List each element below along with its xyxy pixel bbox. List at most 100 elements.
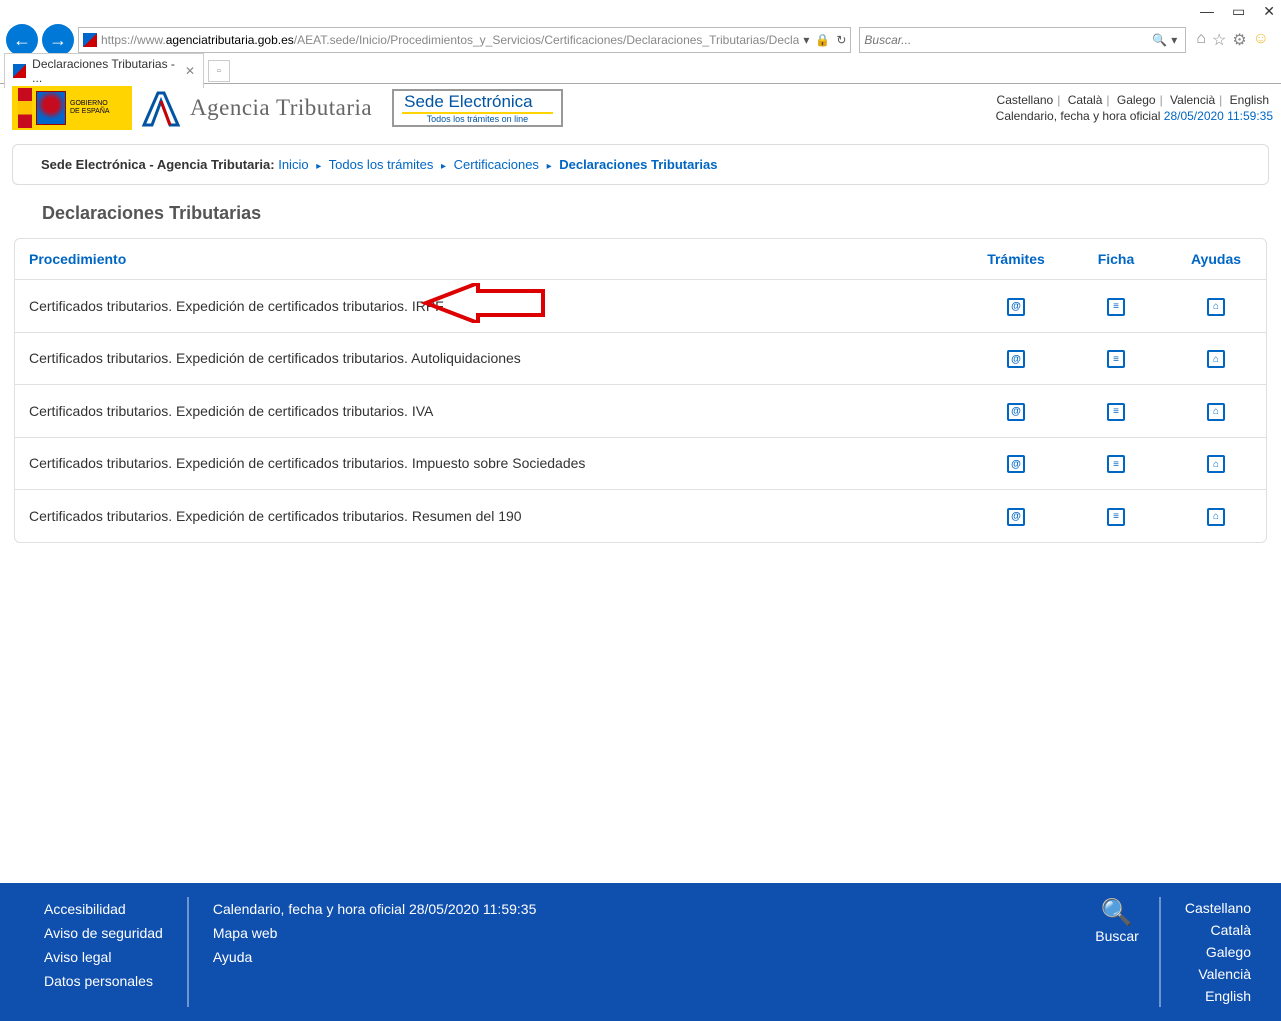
date-label: Calendario, fecha y hora oficial [996,109,1161,123]
new-tab-button[interactable]: ▫ [208,60,230,82]
tramites-icon[interactable]: @ [1007,350,1025,368]
breadcrumb-prefix: Sede Electrónica - Agencia Tributaria: [41,157,275,172]
window-controls: — ▭ ✕ [0,0,1281,22]
minimize-button[interactable]: — [1200,3,1214,19]
ayudas-icon[interactable]: ⌂ [1207,508,1225,526]
lang-english[interactable]: English [1226,93,1273,107]
lang-catala[interactable]: Català [1064,93,1107,107]
refresh-icon[interactable]: ↻ [836,33,846,47]
coat-of-arms-icon [36,91,66,125]
search-input[interactable] [864,33,1148,47]
col-ficha: Ficha [1066,239,1166,280]
search-dropdown-icon[interactable]: ▾ [1171,33,1177,47]
breadcrumb-inicio[interactable]: Inicio [278,157,308,172]
lock-icon: 🔒 [815,33,830,47]
tab-title: Declaraciones Tributarias - ... [32,57,179,85]
chevron-right-icon: ▸ [543,161,556,172]
tramites-icon[interactable]: @ [1007,403,1025,421]
maximize-button[interactable]: ▭ [1232,3,1245,20]
table-row: Certificados tributarios. Expedición de … [15,332,1266,385]
ayudas-icon[interactable]: ⌂ [1207,455,1225,473]
site-footer: Accesibilidad Aviso de seguridad Aviso l… [0,883,1281,1021]
procedure-name[interactable]: Certificados tributarios. Expedición de … [15,280,966,333]
col-tramites: Trámites [966,239,1066,280]
footer-lang-castellano[interactable]: Castellano [1185,897,1251,919]
footer-aviso-legal[interactable]: Aviso legal [44,945,163,969]
agency-name: Agencia Tributaria [190,95,372,121]
chevron-right-icon: ▸ [312,161,325,172]
tramites-icon[interactable]: @ [1007,455,1025,473]
ayudas-icon[interactable]: ⌂ [1207,350,1225,368]
breadcrumb-current: Declaraciones Tributarias [559,157,717,172]
browser-tab[interactable]: Declaraciones Tributarias - ... ✕ [4,53,204,88]
lang-valencia[interactable]: Valencià [1166,93,1219,107]
footer-mapa-web[interactable]: Mapa web [213,921,537,945]
breadcrumb-tramites[interactable]: Todos los trámites [329,157,434,172]
table-row: Certificados tributarios. Expedición de … [15,490,1266,542]
lang-castellano[interactable]: Castellano [993,93,1058,107]
footer-accesibilidad[interactable]: Accesibilidad [44,897,163,921]
footer-lang-galego[interactable]: Galego [1185,941,1251,963]
browser-search-bar[interactable]: 🔍 ▾ [859,27,1186,53]
close-window-button[interactable]: ✕ [1263,3,1275,20]
footer-search[interactable]: 🔍 Buscar [1075,897,1159,1007]
gobierno-logo[interactable]: GOBIERNO DE ESPAÑA [12,86,132,130]
agencia-logo-icon[interactable] [140,87,182,129]
procedure-name[interactable]: Certificados tributarios. Expedición de … [15,385,966,438]
language-selector: Castellano| Català| Galego| Valencià| En… [993,93,1273,107]
procedures-table: Procedimiento Trámites Ficha Ayudas Cert… [15,239,1266,542]
dropdown-icon[interactable]: ▾ [803,33,809,47]
settings-icon[interactable]: ⚙ [1232,30,1246,50]
table-row: Certificados tributarios. Expedición de … [15,385,1266,438]
tramites-icon[interactable]: @ [1007,298,1025,316]
tab-favicon-icon [13,64,26,78]
breadcrumb-certificaciones[interactable]: Certificaciones [454,157,539,172]
breadcrumb: Sede Electrónica - Agencia Tributaria: I… [12,144,1269,185]
site-header: GOBIERNO DE ESPAÑA Agencia Tributaria Se… [0,84,1281,132]
footer-datos-personales[interactable]: Datos personales [44,969,163,993]
site-favicon-icon [83,33,97,47]
table-row: Certificados tributarios. Expedición de … [15,437,1266,490]
lang-galego[interactable]: Galego [1113,93,1160,107]
url-text: https://www.agenciatributaria.gob.es/AEA… [101,33,799,47]
procedure-name[interactable]: Certificados tributarios. Expedición de … [15,490,966,542]
sede-title: Sede Electrónica [402,92,553,114]
footer-lang-valencia[interactable]: Valencià [1185,963,1251,985]
back-button[interactable]: ← [6,24,38,56]
footer-lang-catala[interactable]: Català [1185,919,1251,941]
tab-close-icon[interactable]: ✕ [185,64,195,78]
ficha-icon[interactable]: ≡ [1107,455,1125,473]
procedure-name[interactable]: Certificados tributarios. Expedición de … [15,437,966,490]
ficha-icon[interactable]: ≡ [1107,350,1125,368]
sede-electronica-box[interactable]: Sede Electrónica Todos los trámites on l… [392,89,563,127]
col-ayudas: Ayudas [1166,239,1266,280]
favorites-icon[interactable]: ☆ [1212,30,1226,50]
table-row: Certificados tributarios. Expedición de … [15,280,1266,333]
official-datetime[interactable]: 28/05/2020 11:59:35 [1164,109,1273,123]
spain-flag-icon [18,88,32,128]
ficha-icon[interactable]: ≡ [1107,298,1125,316]
tramites-icon[interactable]: @ [1007,508,1025,526]
search-icon[interactable]: 🔍 [1152,33,1167,47]
feedback-icon[interactable]: ☺ [1253,30,1269,50]
footer-ayuda[interactable]: Ayuda [213,945,537,969]
procedure-name[interactable]: Certificados tributarios. Expedición de … [15,332,966,385]
chevron-right-icon: ▸ [437,161,450,172]
address-bar[interactable]: https://www.agenciatributaria.gob.es/AEA… [78,27,851,53]
home-icon[interactable]: ⌂ [1196,30,1206,50]
tab-bar: Declaraciones Tributarias - ... ✕ ▫ [0,58,1281,84]
ayudas-icon[interactable]: ⌂ [1207,403,1225,421]
forward-button[interactable]: → [42,24,74,56]
page-title: Declaraciones Tributarias [42,203,1239,224]
footer-search-label: Buscar [1095,928,1139,944]
search-icon: 🔍 [1095,897,1139,928]
ficha-icon[interactable]: ≡ [1107,403,1125,421]
footer-aviso-seguridad[interactable]: Aviso de seguridad [44,921,163,945]
sede-subtitle: Todos los trámites on line [402,114,553,124]
col-procedimiento[interactable]: Procedimiento [15,239,966,280]
ficha-icon[interactable]: ≡ [1107,508,1125,526]
footer-datetime[interactable]: Calendario, fecha y hora oficial 28/05/2… [213,897,537,921]
ayudas-icon[interactable]: ⌂ [1207,298,1225,316]
footer-lang-english[interactable]: English [1185,985,1251,1007]
gobierno-text: GOBIERNO DE ESPAÑA [70,100,110,116]
